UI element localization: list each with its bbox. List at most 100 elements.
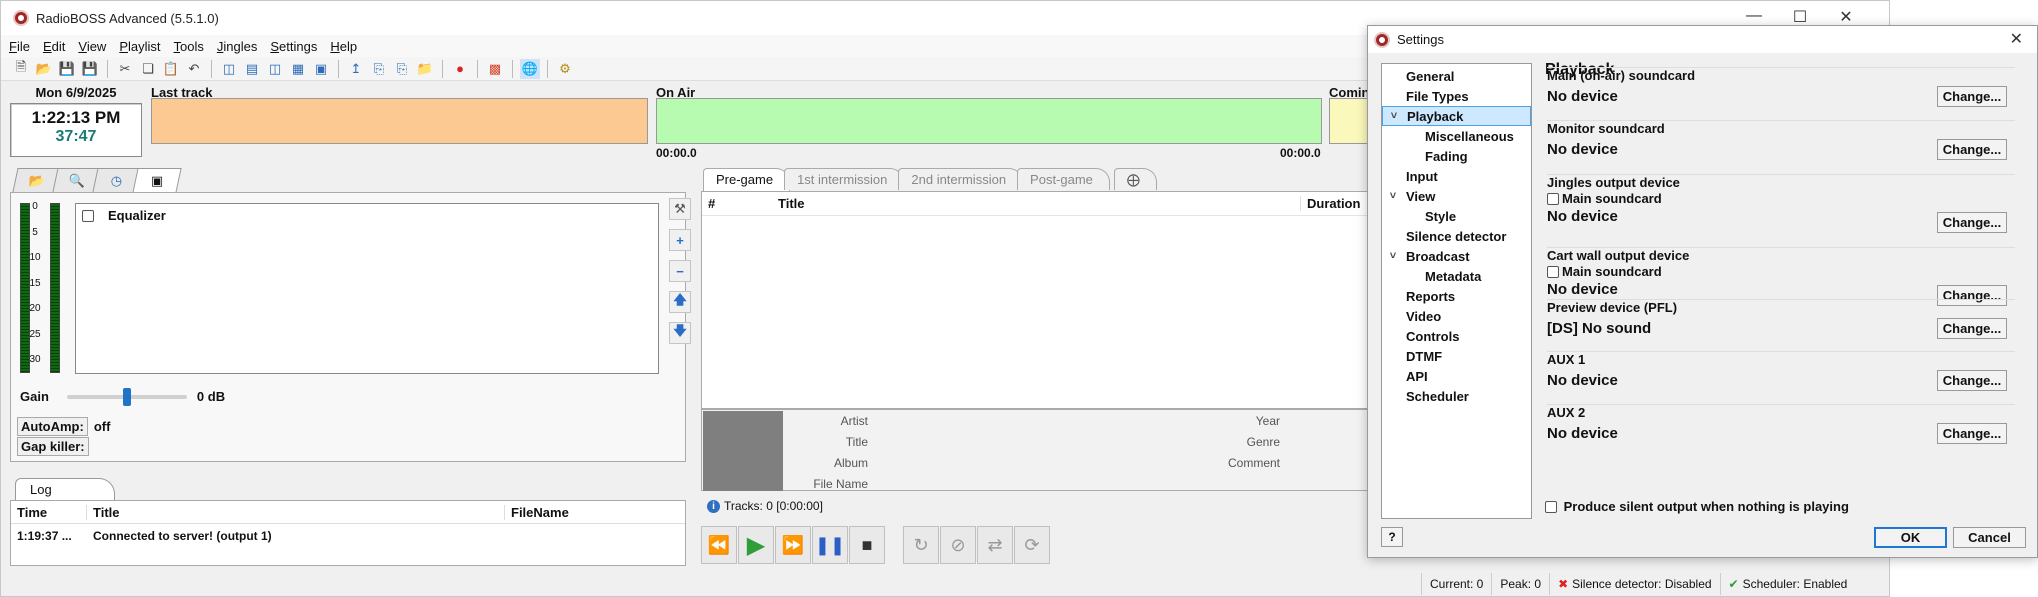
tab-post-game[interactable]: Post-game [1017, 168, 1110, 190]
insert-after-icon[interactable]: ⎘ [369, 59, 389, 79]
status-silence-detector[interactable]: ✖ Silence detector: Disabled [1549, 573, 1719, 595]
tree-item-broadcast[interactable]: ˅ Broadcast [1382, 246, 1531, 266]
layout3-icon[interactable]: ◫ [265, 59, 285, 79]
main-soundcard-checkbox[interactable] [1547, 193, 1559, 205]
menu-view[interactable]: View [78, 39, 106, 54]
rewind-button[interactable]: ⏪ [701, 526, 737, 564]
record-icon[interactable]: ● [450, 59, 470, 79]
globe-icon[interactable]: 🌐 [520, 58, 540, 79]
tree-item-scheduler[interactable]: Scheduler [1382, 386, 1531, 406]
tab-1st-intermission[interactable]: 1st intermission [784, 168, 905, 190]
log-col-filename[interactable]: FileName [505, 505, 675, 520]
open-list-icon[interactable]: 📁 [415, 59, 435, 79]
help-button[interactable]: ? [1381, 527, 1403, 547]
silent-output-checkbox[interactable] [1545, 501, 1557, 513]
gain-slider-thumb[interactable] [122, 387, 131, 406]
cut-icon[interactable]: ✂ [115, 59, 135, 79]
tree-item-general[interactable]: General [1382, 66, 1531, 86]
equalizer-checkbox[interactable] [82, 210, 94, 222]
save-icon[interactable]: 💾 [57, 59, 77, 79]
pause-button[interactable]: ❚❚ [812, 526, 848, 564]
change-device-button[interactable]: Change... [1937, 139, 2007, 160]
save-as-icon[interactable]: 💾 [80, 59, 100, 79]
minimize-icon[interactable]: — [1731, 7, 1777, 27]
tree-item-view[interactable]: ˅ View [1382, 186, 1531, 206]
expand-chevron-icon[interactable]: ˅ [1387, 250, 1399, 262]
tools-icon[interactable]: ⚒ [669, 198, 691, 220]
move-up-icon[interactable]: 🡅 [669, 291, 691, 313]
tree-item-style[interactable]: Style [1382, 206, 1531, 226]
change-device-button[interactable]: Change... [1937, 423, 2007, 444]
change-device-button[interactable]: Change... [1937, 370, 2007, 391]
menu-playlist[interactable]: Playlist [119, 39, 160, 54]
maximize-icon[interactable]: ☐ [1777, 7, 1823, 27]
layout2-icon[interactable]: ▤ [242, 59, 262, 79]
cancel-button[interactable]: Cancel [1953, 527, 2026, 548]
tree-item-input[interactable]: Input [1382, 166, 1531, 186]
main-soundcard-checkbox[interactable] [1547, 266, 1559, 278]
tree-item-fading[interactable]: Fading [1382, 146, 1531, 166]
close-icon[interactable]: ✕ [1823, 7, 1869, 27]
menu-edit[interactable]: Edit [43, 39, 65, 54]
shuffle-icon[interactable]: ⇄ [977, 526, 1013, 564]
stats-icon[interactable]: ▩ [485, 59, 505, 79]
tab-effects[interactable]: ▣ [132, 168, 182, 193]
repeat-icon[interactable]: ↻ [903, 526, 939, 564]
tree-item-metadata[interactable]: Metadata [1382, 266, 1531, 286]
close-icon[interactable]: ✕ [2010, 29, 2023, 49]
paste-icon[interactable]: 📋 [161, 59, 181, 79]
remove-effect-icon[interactable]: − [669, 260, 691, 282]
add-effect-icon[interactable]: + [669, 229, 691, 251]
menu-help[interactable]: Help [330, 39, 357, 54]
layout4-icon[interactable]: ▦ [288, 59, 308, 79]
new-file-icon[interactable]: 🗎 [11, 59, 31, 79]
open-folder-icon[interactable]: 📂 [34, 59, 54, 79]
tree-item-silence-detector[interactable]: Silence detector [1382, 226, 1531, 246]
layout5-icon[interactable]: ▣ [311, 59, 331, 79]
change-device-button[interactable]: Change... [1937, 318, 2007, 339]
tree-item-video[interactable]: Video [1382, 306, 1531, 326]
gain-slider[interactable] [66, 387, 187, 406]
change-device-button[interactable]: Change... [1937, 86, 2007, 107]
menu-tools[interactable]: Tools [174, 39, 204, 54]
log-col-title[interactable]: Title [87, 504, 505, 520]
settings-gear-icon[interactable]: ⚙ [555, 59, 575, 79]
tab-2nd-intermission[interactable]: 2nd intermission [898, 168, 1024, 190]
loop-icon[interactable]: ⟳ [1014, 526, 1050, 564]
insert-list-icon[interactable]: ⎘ [392, 59, 412, 79]
tree-item-playback[interactable]: ˅ Playback [1382, 106, 1531, 126]
ok-button[interactable]: OK [1874, 527, 1947, 548]
tree-item-reports[interactable]: Reports [1382, 286, 1531, 306]
tab-log[interactable]: Log [15, 478, 115, 501]
change-device-button[interactable]: Change... [1937, 212, 2007, 233]
undo-icon[interactable]: ↶ [184, 59, 204, 79]
tree-item-dtmf[interactable]: DTMF [1382, 346, 1531, 366]
autoamp-button[interactable]: AutoAmp: [17, 417, 88, 436]
add-playlist-icon[interactable]: ⨁ [1113, 168, 1157, 190]
tree-item-miscellaneous[interactable]: Miscellaneous [1382, 126, 1531, 146]
expand-chevron-icon[interactable]: ˅ [1387, 190, 1399, 202]
layout1-icon[interactable]: ◫ [219, 59, 239, 79]
playlist-grid[interactable]: # Title Duration [701, 191, 1381, 409]
playlist-col-number[interactable]: # [702, 196, 772, 211]
stop-button[interactable]: ■ [849, 526, 885, 564]
move-down-icon[interactable]: 🡇 [669, 322, 691, 344]
main-soundcard-option[interactable]: Main soundcard [1547, 191, 2015, 206]
playlist-col-title[interactable]: Title [772, 196, 1300, 211]
menu-file[interactable]: File [9, 39, 30, 54]
on-air-display[interactable] [656, 98, 1322, 144]
play-button[interactable]: ▶ [738, 526, 774, 564]
tab-pre-game[interactable]: Pre-game [703, 168, 791, 191]
disable-icon[interactable]: ⊘ [940, 526, 976, 564]
tree-item-file-types[interactable]: File Types [1382, 86, 1531, 106]
gap-killer-button[interactable]: Gap killer: [17, 437, 89, 456]
fast-forward-button[interactable]: ⏩ [775, 526, 811, 564]
copy-icon[interactable]: ❏ [138, 59, 158, 79]
log-col-time[interactable]: Time [11, 504, 87, 520]
log-row[interactable]: 1:19:37 ... Connected to server! (output… [11, 524, 685, 548]
insert-icon[interactable]: ↥ [346, 59, 366, 79]
expand-chevron-icon[interactable]: ˅ [1388, 110, 1400, 122]
tree-item-controls[interactable]: Controls [1382, 326, 1531, 346]
menu-jingles[interactable]: Jingles [217, 39, 257, 54]
silent-output-option[interactable]: Produce silent output when nothing is pl… [1545, 499, 1849, 514]
